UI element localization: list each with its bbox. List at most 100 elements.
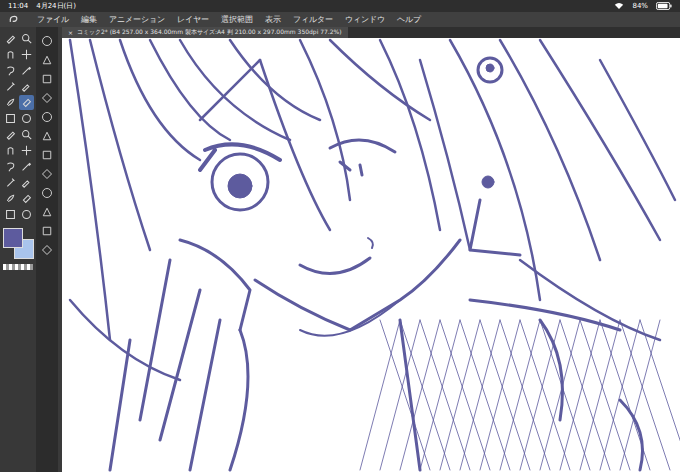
tool-icon — [21, 49, 32, 60]
command-button[interactable] — [39, 52, 55, 67]
clip-studio-screen: 11:044月24日(日)84%ファイル編集アニメーションレイヤー選択範囲表示フ… — [0, 0, 680, 472]
tool-button[interactable] — [3, 207, 18, 222]
main-color[interactable] — [3, 228, 23, 248]
tool-icon — [21, 65, 32, 76]
command-button[interactable] — [39, 33, 55, 48]
tool-button[interactable] — [3, 159, 18, 174]
tool-icon — [5, 81, 16, 92]
menu-item[interactable]: 表示 — [265, 15, 281, 25]
tool-button[interactable] — [3, 79, 18, 94]
tool-icon — [5, 145, 16, 156]
menu-item[interactable]: アニメーション — [109, 15, 165, 25]
date: 4月24日(日) — [36, 1, 76, 11]
tool-icon — [21, 145, 32, 156]
tool-button[interactable] — [3, 175, 18, 190]
time: 11:04 — [8, 2, 28, 10]
menu-item[interactable]: ウィンドウ — [345, 15, 385, 25]
tool-button[interactable] — [19, 175, 34, 190]
tool-button[interactable] — [3, 127, 18, 142]
tool-button[interactable] — [19, 191, 34, 206]
tool-button[interactable] — [19, 207, 34, 222]
tool-icon — [21, 177, 32, 188]
status-bar: 11:044月24日(日)84% — [0, 0, 680, 12]
command-icon — [41, 35, 53, 47]
tool-button[interactable] — [3, 191, 18, 206]
tool-button[interactable] — [19, 63, 34, 78]
tool-icon — [21, 33, 32, 44]
command-button[interactable] — [39, 204, 55, 219]
command-bar — [36, 27, 58, 472]
tool-icon — [21, 193, 32, 204]
tab-bar: × コミック2* (B4 257.00 x 364.00mm 製本サイズ:A4 判… — [62, 27, 680, 38]
menu-item[interactable]: レイヤー — [177, 15, 209, 25]
tool-button[interactable] — [19, 143, 34, 158]
command-icon — [41, 168, 53, 180]
tool-icon — [5, 65, 16, 76]
tab-title: コミック2* (B4 257.00 x 364.00mm 製本サイズ:A4 判 … — [77, 28, 342, 37]
tool-icon — [5, 49, 16, 60]
command-button[interactable] — [39, 147, 55, 162]
tool-icon — [5, 113, 16, 124]
tool-button[interactable] — [3, 143, 18, 158]
tool-button[interactable] — [3, 31, 18, 46]
command-icon — [41, 149, 53, 161]
tool-button[interactable] — [19, 159, 34, 174]
command-icon — [41, 225, 53, 237]
command-icon — [41, 130, 53, 142]
menu-bar: ファイル 編集 アニメーション レイヤー 選択範囲 表示 フィルター ウィンドウ ヘルプ — [0, 12, 680, 27]
menu-item[interactable]: 選択範囲 — [221, 15, 253, 25]
tool-button[interactable] — [19, 95, 34, 110]
command-icon — [41, 73, 53, 85]
command-button[interactable] — [39, 90, 55, 105]
canvas-tab[interactable]: × コミック2* (B4 257.00 x 364.00mm 製本サイズ:A4 判… — [62, 27, 348, 38]
wifi-icon — [614, 2, 624, 10]
tool-icon — [21, 209, 32, 220]
tool-icon — [5, 33, 16, 44]
tool-button[interactable] — [3, 111, 18, 126]
command-button[interactable] — [39, 128, 55, 143]
canvas-panel: × コミック2* (B4 257.00 x 364.00mm 製本サイズ:A4 判… — [62, 27, 680, 472]
tool-icon — [5, 129, 16, 140]
tool-icon — [5, 209, 16, 220]
app-logo-icon[interactable] — [8, 14, 19, 25]
command-icon — [41, 92, 53, 104]
canvas[interactable] — [62, 38, 680, 472]
menu-item[interactable]: ヘルプ — [397, 15, 421, 25]
tool-button[interactable] — [19, 111, 34, 126]
color-swatches — [3, 228, 33, 258]
command-icon — [41, 206, 53, 218]
tool-button[interactable] — [19, 79, 34, 94]
command-button[interactable] — [39, 242, 55, 257]
tool-button[interactable] — [3, 63, 18, 78]
tool-palette — [0, 27, 36, 472]
command-button[interactable] — [39, 109, 55, 124]
tool-button[interactable] — [19, 31, 34, 46]
menu-item[interactable]: フィルター — [293, 15, 333, 25]
transparent-color[interactable] — [3, 264, 33, 270]
tool-button[interactable] — [3, 47, 18, 62]
command-button[interactable] — [39, 166, 55, 181]
tool-button[interactable] — [19, 47, 34, 62]
command-icon — [41, 54, 53, 66]
command-icon — [41, 187, 53, 199]
command-icon — [41, 111, 53, 123]
tab-close-button[interactable]: × — [68, 29, 73, 36]
battery-icon — [656, 2, 672, 10]
command-button[interactable] — [39, 223, 55, 238]
tool-icon — [5, 177, 16, 188]
command-button[interactable] — [39, 71, 55, 86]
sketch-drawing — [62, 38, 680, 472]
menu-item[interactable]: ファイル — [37, 15, 69, 25]
tool-icon — [21, 129, 32, 140]
tool-icon — [21, 81, 32, 92]
tool-button[interactable] — [3, 95, 18, 110]
tool-icon — [21, 97, 32, 108]
menu-item[interactable]: 編集 — [81, 15, 97, 25]
command-button[interactable] — [39, 185, 55, 200]
tool-icon — [21, 161, 32, 172]
tool-icon — [21, 113, 32, 124]
command-icon — [41, 244, 53, 256]
tool-icon — [5, 161, 16, 172]
tool-icon — [5, 97, 16, 108]
tool-button[interactable] — [19, 127, 34, 142]
